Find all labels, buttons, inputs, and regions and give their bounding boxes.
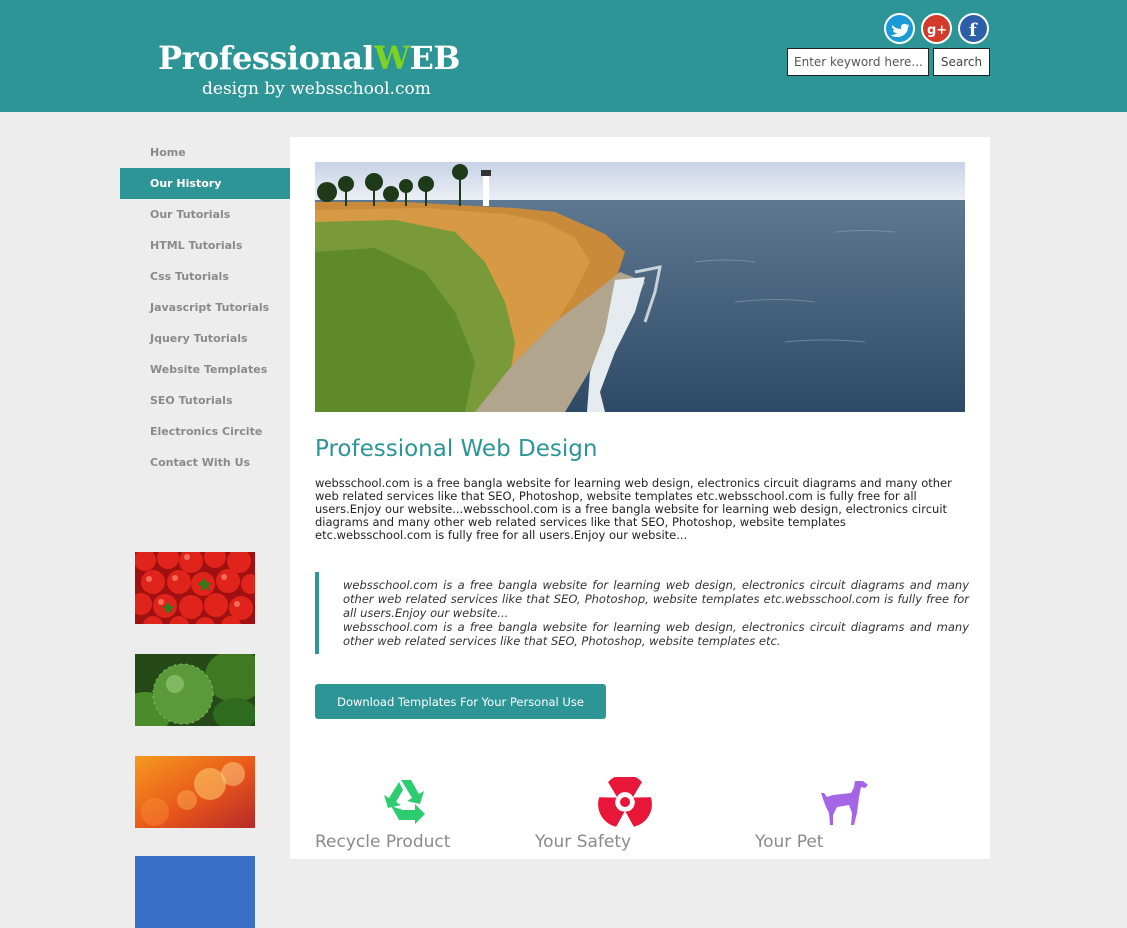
- feature-recycle: Recycle Product: [315, 777, 515, 852]
- google-plus-icon[interactable]: g+: [921, 13, 952, 44]
- thumbnail-orange-bokeh[interactable]: [135, 756, 255, 828]
- thumbnail-blue[interactable]: [135, 856, 255, 928]
- quote-paragraph-2: websschool.com is a free bangla website …: [343, 620, 969, 648]
- quote-block: websschool.com is a free bangla website …: [315, 572, 969, 654]
- dog-icon: [821, 781, 868, 825]
- sidebar-item-website-templates[interactable]: Website Templates: [120, 354, 290, 385]
- site-header: ProfessionalWEB design by websschool.com…: [0, 0, 1127, 112]
- feature-safety: Your Safety: [535, 777, 735, 852]
- svg-text:f: f: [969, 20, 978, 41]
- quote-paragraph-1: websschool.com is a free bangla website …: [343, 578, 969, 620]
- feature-label-safety: Your Safety: [535, 832, 632, 852]
- sidebar-item-seo-tutorials[interactable]: SEO Tutorials: [120, 385, 290, 416]
- intro-paragraph: websschool.com is a free bangla website …: [315, 476, 952, 542]
- download-templates-button[interactable]: Download Templates For Your Personal Use: [315, 684, 606, 719]
- hero-image: [315, 162, 965, 412]
- sidebar-item-javascript-tutorials[interactable]: Javascript Tutorials: [120, 292, 290, 323]
- logo-title: ProfessionalWEB: [158, 39, 460, 77]
- sidebar-item-jquery-tutorials[interactable]: Jquery Tutorials: [120, 323, 290, 354]
- main-content: Professional Web Design websschool.com i…: [290, 137, 990, 859]
- twitter-icon[interactable]: [884, 13, 915, 44]
- svg-text:g+: g+: [927, 23, 947, 38]
- logo-tagline: design by websschool.com: [202, 79, 431, 99]
- sidebar-item-contact[interactable]: Contact With Us: [120, 447, 290, 478]
- search-input[interactable]: [787, 48, 929, 76]
- thumbnail-tomatoes[interactable]: [135, 552, 255, 624]
- search-button[interactable]: Search: [933, 48, 990, 76]
- sidebar-item-home[interactable]: Home: [120, 137, 290, 168]
- thumbnail-limes[interactable]: [135, 654, 255, 726]
- radiation-icon: [598, 777, 652, 827]
- feature-label-recycle: Recycle Product: [315, 832, 451, 852]
- recycle-icon: [384, 780, 425, 824]
- site-logo[interactable]: ProfessionalWEB design by websschool.com: [158, 38, 460, 100]
- sidebar-item-css-tutorials[interactable]: Css Tutorials: [120, 261, 290, 292]
- sidebar-item-electronics-circite[interactable]: Electronics Circite: [120, 416, 290, 447]
- sidebar-item-our-history[interactable]: Our History: [120, 168, 290, 199]
- sidebar-item-html-tutorials[interactable]: HTML Tutorials: [120, 230, 290, 261]
- sidebar-item-our-tutorials[interactable]: Our Tutorials: [120, 199, 290, 230]
- feature-pet: Your Pet: [755, 777, 955, 852]
- sidebar-nav: Home Our History Our Tutorials HTML Tuto…: [120, 137, 290, 478]
- page-title: Professional Web Design: [315, 436, 598, 462]
- feature-label-pet: Your Pet: [755, 832, 824, 852]
- facebook-icon[interactable]: f: [958, 13, 989, 44]
